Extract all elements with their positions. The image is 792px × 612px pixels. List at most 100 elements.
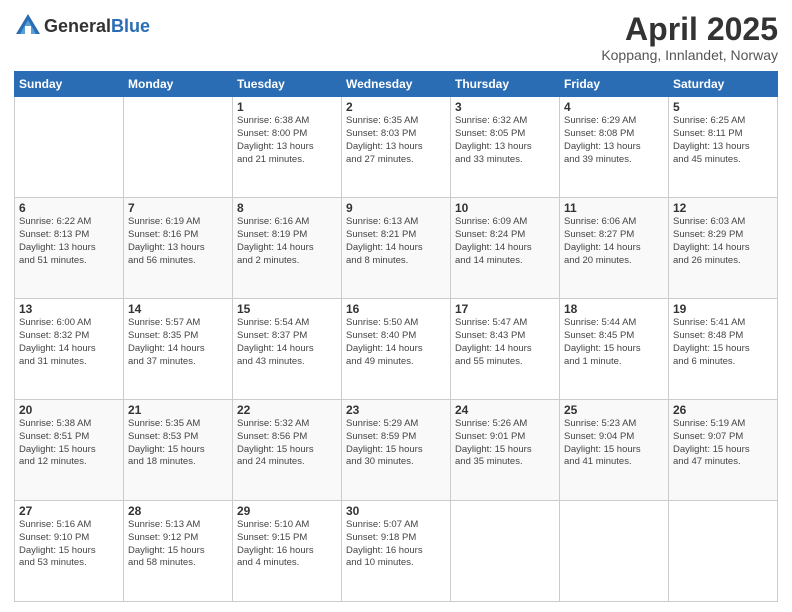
day-detail: Sunrise: 6:19 AM Sunset: 8:16 PM Dayligh… <box>128 216 228 267</box>
day-cell: 8Sunrise: 6:16 AM Sunset: 8:19 PM Daylig… <box>233 198 342 299</box>
day-cell: 9Sunrise: 6:13 AM Sunset: 8:21 PM Daylig… <box>342 198 451 299</box>
calendar-table: SundayMondayTuesdayWednesdayThursdayFrid… <box>14 71 778 602</box>
week-row-4: 20Sunrise: 5:38 AM Sunset: 8:51 PM Dayli… <box>15 400 778 501</box>
calendar-title: April 2025 <box>601 12 778 47</box>
day-cell: 25Sunrise: 5:23 AM Sunset: 9:04 PM Dayli… <box>560 400 669 501</box>
day-detail: Sunrise: 5:54 AM Sunset: 8:37 PM Dayligh… <box>237 317 337 368</box>
header-cell-friday: Friday <box>560 72 669 97</box>
logo-text-blue: Blue <box>111 16 150 36</box>
day-detail: Sunrise: 5:50 AM Sunset: 8:40 PM Dayligh… <box>346 317 446 368</box>
day-cell: 27Sunrise: 5:16 AM Sunset: 9:10 PM Dayli… <box>15 501 124 602</box>
day-cell: 3Sunrise: 6:32 AM Sunset: 8:05 PM Daylig… <box>451 97 560 198</box>
day-number: 8 <box>237 201 337 215</box>
day-cell: 12Sunrise: 6:03 AM Sunset: 8:29 PM Dayli… <box>669 198 778 299</box>
day-detail: Sunrise: 6:35 AM Sunset: 8:03 PM Dayligh… <box>346 115 446 166</box>
day-number: 4 <box>564 100 664 114</box>
day-number: 15 <box>237 302 337 316</box>
title-block: April 2025 Koppang, Innlandet, Norway <box>601 12 778 63</box>
day-number: 27 <box>19 504 119 518</box>
week-row-1: 1Sunrise: 6:38 AM Sunset: 8:00 PM Daylig… <box>15 97 778 198</box>
day-number: 16 <box>346 302 446 316</box>
logo-icon <box>14 12 42 40</box>
day-detail: Sunrise: 6:22 AM Sunset: 8:13 PM Dayligh… <box>19 216 119 267</box>
day-cell: 24Sunrise: 5:26 AM Sunset: 9:01 PM Dayli… <box>451 400 560 501</box>
day-number: 21 <box>128 403 228 417</box>
day-detail: Sunrise: 5:44 AM Sunset: 8:45 PM Dayligh… <box>564 317 664 368</box>
day-detail: Sunrise: 6:16 AM Sunset: 8:19 PM Dayligh… <box>237 216 337 267</box>
day-cell: 7Sunrise: 6:19 AM Sunset: 8:16 PM Daylig… <box>124 198 233 299</box>
day-number: 20 <box>19 403 119 417</box>
day-number: 7 <box>128 201 228 215</box>
day-detail: Sunrise: 6:03 AM Sunset: 8:29 PM Dayligh… <box>673 216 773 267</box>
day-detail: Sunrise: 6:09 AM Sunset: 8:24 PM Dayligh… <box>455 216 555 267</box>
day-number: 5 <box>673 100 773 114</box>
day-number: 10 <box>455 201 555 215</box>
day-number: 30 <box>346 504 446 518</box>
day-number: 2 <box>346 100 446 114</box>
day-cell: 16Sunrise: 5:50 AM Sunset: 8:40 PM Dayli… <box>342 299 451 400</box>
day-cell <box>669 501 778 602</box>
day-detail: Sunrise: 5:35 AM Sunset: 8:53 PM Dayligh… <box>128 418 228 469</box>
day-cell: 10Sunrise: 6:09 AM Sunset: 8:24 PM Dayli… <box>451 198 560 299</box>
header-cell-monday: Monday <box>124 72 233 97</box>
day-detail: Sunrise: 5:13 AM Sunset: 9:12 PM Dayligh… <box>128 519 228 570</box>
header-row: SundayMondayTuesdayWednesdayThursdayFrid… <box>15 72 778 97</box>
day-cell: 26Sunrise: 5:19 AM Sunset: 9:07 PM Dayli… <box>669 400 778 501</box>
day-cell: 1Sunrise: 6:38 AM Sunset: 8:00 PM Daylig… <box>233 97 342 198</box>
day-detail: Sunrise: 6:06 AM Sunset: 8:27 PM Dayligh… <box>564 216 664 267</box>
header-cell-sunday: Sunday <box>15 72 124 97</box>
day-number: 22 <box>237 403 337 417</box>
day-cell: 4Sunrise: 6:29 AM Sunset: 8:08 PM Daylig… <box>560 97 669 198</box>
day-cell <box>15 97 124 198</box>
logo-text-general: General <box>44 16 111 36</box>
day-number: 26 <box>673 403 773 417</box>
header-cell-tuesday: Tuesday <box>233 72 342 97</box>
day-cell: 19Sunrise: 5:41 AM Sunset: 8:48 PM Dayli… <box>669 299 778 400</box>
day-number: 17 <box>455 302 555 316</box>
day-number: 19 <box>673 302 773 316</box>
day-detail: Sunrise: 5:38 AM Sunset: 8:51 PM Dayligh… <box>19 418 119 469</box>
day-number: 1 <box>237 100 337 114</box>
day-number: 14 <box>128 302 228 316</box>
day-cell: 15Sunrise: 5:54 AM Sunset: 8:37 PM Dayli… <box>233 299 342 400</box>
day-cell: 22Sunrise: 5:32 AM Sunset: 8:56 PM Dayli… <box>233 400 342 501</box>
day-cell <box>124 97 233 198</box>
day-detail: Sunrise: 5:07 AM Sunset: 9:18 PM Dayligh… <box>346 519 446 570</box>
day-number: 28 <box>128 504 228 518</box>
day-cell: 18Sunrise: 5:44 AM Sunset: 8:45 PM Dayli… <box>560 299 669 400</box>
day-cell: 2Sunrise: 6:35 AM Sunset: 8:03 PM Daylig… <box>342 97 451 198</box>
day-cell: 11Sunrise: 6:06 AM Sunset: 8:27 PM Dayli… <box>560 198 669 299</box>
week-row-2: 6Sunrise: 6:22 AM Sunset: 8:13 PM Daylig… <box>15 198 778 299</box>
day-cell: 13Sunrise: 6:00 AM Sunset: 8:32 PM Dayli… <box>15 299 124 400</box>
day-detail: Sunrise: 6:38 AM Sunset: 8:00 PM Dayligh… <box>237 115 337 166</box>
calendar-container: GeneralBlue April 2025 Koppang, Innlande… <box>0 0 792 612</box>
day-cell: 5Sunrise: 6:25 AM Sunset: 8:11 PM Daylig… <box>669 97 778 198</box>
calendar-subtitle: Koppang, Innlandet, Norway <box>601 47 778 63</box>
day-number: 24 <box>455 403 555 417</box>
day-detail: Sunrise: 6:13 AM Sunset: 8:21 PM Dayligh… <box>346 216 446 267</box>
day-detail: Sunrise: 5:19 AM Sunset: 9:07 PM Dayligh… <box>673 418 773 469</box>
day-detail: Sunrise: 5:10 AM Sunset: 9:15 PM Dayligh… <box>237 519 337 570</box>
day-number: 18 <box>564 302 664 316</box>
day-cell: 23Sunrise: 5:29 AM Sunset: 8:59 PM Dayli… <box>342 400 451 501</box>
day-cell <box>560 501 669 602</box>
header-cell-wednesday: Wednesday <box>342 72 451 97</box>
day-detail: Sunrise: 6:00 AM Sunset: 8:32 PM Dayligh… <box>19 317 119 368</box>
day-detail: Sunrise: 5:29 AM Sunset: 8:59 PM Dayligh… <box>346 418 446 469</box>
day-detail: Sunrise: 5:16 AM Sunset: 9:10 PM Dayligh… <box>19 519 119 570</box>
day-cell: 6Sunrise: 6:22 AM Sunset: 8:13 PM Daylig… <box>15 198 124 299</box>
day-number: 29 <box>237 504 337 518</box>
day-detail: Sunrise: 6:32 AM Sunset: 8:05 PM Dayligh… <box>455 115 555 166</box>
header-cell-thursday: Thursday <box>451 72 560 97</box>
day-number: 23 <box>346 403 446 417</box>
day-cell: 17Sunrise: 5:47 AM Sunset: 8:43 PM Dayli… <box>451 299 560 400</box>
day-cell: 28Sunrise: 5:13 AM Sunset: 9:12 PM Dayli… <box>124 501 233 602</box>
day-cell <box>451 501 560 602</box>
day-number: 9 <box>346 201 446 215</box>
header: GeneralBlue April 2025 Koppang, Innlande… <box>14 12 778 63</box>
day-cell: 30Sunrise: 5:07 AM Sunset: 9:18 PM Dayli… <box>342 501 451 602</box>
header-cell-saturday: Saturday <box>669 72 778 97</box>
day-number: 3 <box>455 100 555 114</box>
week-row-5: 27Sunrise: 5:16 AM Sunset: 9:10 PM Dayli… <box>15 501 778 602</box>
day-detail: Sunrise: 5:57 AM Sunset: 8:35 PM Dayligh… <box>128 317 228 368</box>
